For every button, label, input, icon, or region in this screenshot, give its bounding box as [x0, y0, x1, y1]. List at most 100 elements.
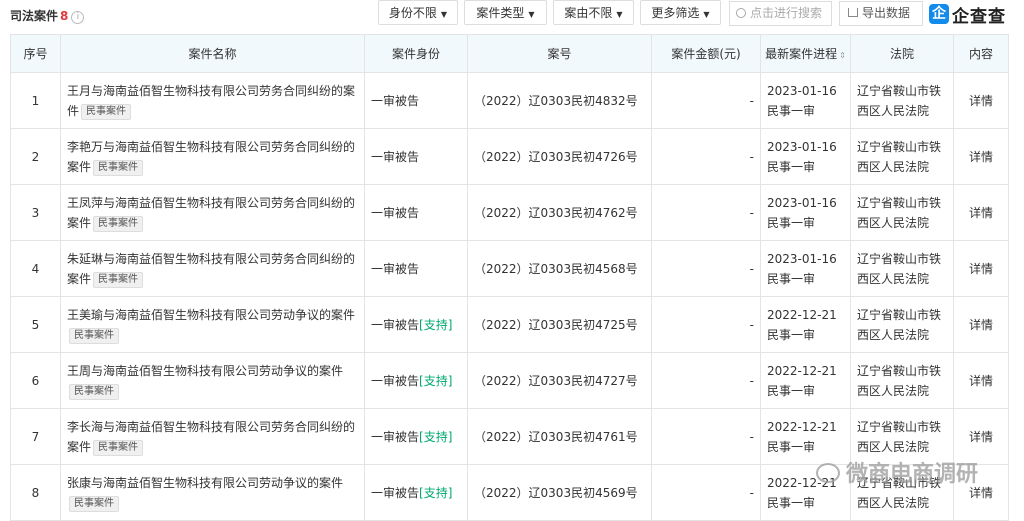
case-amount: -: [651, 240, 761, 297]
col-header-content: 内容: [953, 34, 1009, 73]
col-header-role: 案件身份: [364, 34, 468, 73]
case-type-badge: 民事案件: [93, 439, 144, 456]
case-type-badge: 民事案件: [81, 103, 132, 120]
row-index: 3: [10, 184, 61, 241]
cases-table: 序号 案件名称 案件身份 案号 案件金额(元) 最新案件进程 ⇕ 法院 内容 1王…: [10, 34, 1009, 521]
case-type-badge: 民事案件: [69, 495, 119, 512]
case-name-cell: 王美瑜与海南益佰智生物科技有限公司劳动争议的案件民事案件: [60, 296, 365, 353]
table-header-row: 序号 案件名称 案件身份 案号 案件金额(元) 最新案件进程 ⇕ 法院 内容: [10, 34, 1009, 73]
case-count: 8: [60, 9, 69, 23]
case-progress-stage: 民事一审: [767, 439, 816, 454]
case-amount: -: [651, 408, 761, 465]
detail-link[interactable]: 详情: [953, 72, 1009, 129]
support-badge: [支持]: [419, 318, 453, 332]
filter-identity-dropdown[interactable]: 身份不限 ▼: [378, 0, 458, 25]
case-name-cell: 王凤萍与海南益佰智生物科技有限公司劳务合同纠纷的案件 民事案件: [60, 184, 365, 241]
case-progress-cell: 2023-01-16 民事一审: [760, 240, 851, 297]
case-progress-stage: 民事一审: [767, 103, 816, 118]
filter-more-dropdown[interactable]: 更多筛选 ▼: [640, 0, 721, 25]
case-role-cell: 一审被告: [364, 184, 468, 241]
detail-link[interactable]: 详情: [953, 296, 1009, 353]
case-role-cell: 一审被告: [364, 240, 468, 297]
case-name-cell: 王月与海南益佰智生物科技有限公司劳务合同纠纷的案件 民事案件: [60, 72, 365, 129]
case-name[interactable]: 张康与海南益佰智生物科技有限公司劳动争议的案件: [67, 476, 343, 490]
sort-icon[interactable]: ⇕: [839, 51, 846, 60]
support-badge: [支持]: [419, 486, 453, 500]
filter-cause-label: 案由不限: [564, 6, 613, 20]
row-index: 8: [10, 464, 61, 521]
case-role: 一审被告: [371, 206, 420, 220]
search-input[interactable]: 点击进行搜索: [729, 1, 832, 26]
filter-cause-dropdown[interactable]: 案由不限 ▼: [553, 0, 634, 25]
export-label: 导出数据: [862, 6, 911, 20]
case-name-cell: 李艳万与海南益佰智生物科技有限公司劳务合同纠纷的案件 民事案件: [60, 128, 365, 185]
case-type-badge: 民事案件: [69, 327, 119, 344]
table-row: 2 李艳万与海南益佰智生物科技有限公司劳务合同纠纷的案件 民事案件 一审被告 （2022…: [10, 128, 1009, 185]
filter-identity-label: 身份不限: [388, 6, 437, 20]
case-role-cell: 一审被告[支持]: [364, 408, 468, 465]
case-name-cell: 李长海与海南益佰智生物科技有限公司劳务合同纠纷的案件 民事案件: [60, 408, 365, 465]
filter-case-type-dropdown[interactable]: 案件类型 ▼: [464, 0, 547, 25]
case-progress-cell: 2023-01-16 民事一审: [760, 184, 851, 241]
case-number-link[interactable]: （2022）辽0303民初4832号: [467, 72, 652, 129]
caret-down-icon: ▼: [440, 10, 448, 19]
case-progress-stage: 民事一审: [767, 383, 816, 398]
col-header-index: 序号: [10, 34, 61, 73]
case-role: 一审被告: [371, 94, 420, 108]
case-amount: -: [651, 184, 761, 241]
support-badge: [支持]: [419, 430, 453, 444]
case-progress-date: 2023-01-16: [767, 251, 837, 266]
section-title-text: 司法案件: [10, 9, 59, 23]
case-number-link[interactable]: （2022）辽0303民初4726号: [467, 128, 652, 185]
info-icon[interactable]: i: [71, 11, 85, 24]
case-role: 一审被告: [371, 150, 420, 164]
case-type-badge: 民事案件: [93, 215, 144, 232]
case-number-link[interactable]: （2022）辽0303民初4761号: [467, 408, 652, 465]
court-name: 辽宁省鞍山市铁西区人民法院: [850, 240, 954, 297]
court-name: 辽宁省鞍山市铁西区人民法院: [850, 296, 954, 353]
export-button[interactable]: 导出数据: [839, 1, 923, 26]
row-index: 4: [10, 240, 61, 297]
case-progress-date: 2023-01-16: [767, 139, 837, 154]
table-row: 5 王美瑜与海南益佰智生物科技有限公司劳动争议的案件民事案件 一审被告[支持] （20…: [10, 296, 1009, 353]
case-amount: -: [651, 128, 761, 185]
detail-link[interactable]: 详情: [953, 128, 1009, 185]
case-amount: -: [651, 296, 761, 353]
case-progress-stage: 民事一审: [767, 215, 816, 230]
col-header-progress[interactable]: 最新案件进程 ⇕: [760, 34, 851, 73]
table-row: 1 王月与海南益佰智生物科技有限公司劳务合同纠纷的案件 民事案件 一审被告 （2022）…: [10, 72, 1009, 129]
case-number-link[interactable]: （2022）辽0303民初4727号: [467, 352, 652, 409]
detail-link[interactable]: 详情: [953, 240, 1009, 297]
court-name: 辽宁省鞍山市铁西区人民法院: [850, 352, 954, 409]
case-role: 一审被告: [371, 318, 420, 332]
case-progress-date: 2022-12-21: [767, 307, 837, 322]
col-header-amount: 案件金额(元): [651, 34, 761, 73]
case-name[interactable]: 王周与海南益佰智生物科技有限公司劳动争议的案件: [67, 364, 343, 378]
case-number-link[interactable]: （2022）辽0303民初4762号: [467, 184, 652, 241]
case-progress-date: 2023-01-16: [767, 195, 837, 210]
search-placeholder: 点击进行搜索: [750, 6, 823, 20]
brand-logo-icon: 企: [929, 4, 949, 24]
case-name[interactable]: 王美瑜与海南益佰智生物科技有限公司劳动争议的案件: [67, 308, 355, 322]
case-progress-cell: 2023-01-16 民事一审: [760, 72, 851, 129]
case-progress-date: 2023-01-16: [767, 83, 837, 98]
row-index: 1: [10, 72, 61, 129]
filter-more-label: 更多筛选: [651, 6, 700, 20]
detail-link[interactable]: 详情: [953, 184, 1009, 241]
caret-down-icon: ▼: [528, 10, 535, 19]
search-icon: [736, 8, 746, 18]
case-number-link[interactable]: （2022）辽0303民初4568号: [467, 240, 652, 297]
caret-down-icon: ▼: [703, 10, 710, 19]
watermark-text: 微商电商调研: [846, 462, 979, 487]
table-body: 1 王月与海南益佰智生物科技有限公司劳务合同纠纷的案件 民事案件 一审被告 （2022）…: [10, 72, 1009, 521]
download-icon: [848, 8, 858, 17]
case-name-cell: 王周与海南益佰智生物科技有限公司劳动争议的案件民事案件: [60, 352, 365, 409]
case-number-link[interactable]: （2022）辽0303民初4569号: [467, 464, 652, 521]
case-progress-stage: 民事一审: [767, 159, 816, 174]
col-header-court: 法院: [850, 34, 954, 73]
case-number-link[interactable]: （2022）辽0303民初4725号: [467, 296, 652, 353]
case-progress-stage: 民事一审: [767, 495, 816, 510]
detail-link[interactable]: 详情: [953, 352, 1009, 409]
watermark: 微商电商调研: [816, 456, 978, 488]
case-progress-stage: 民事一审: [767, 327, 816, 342]
